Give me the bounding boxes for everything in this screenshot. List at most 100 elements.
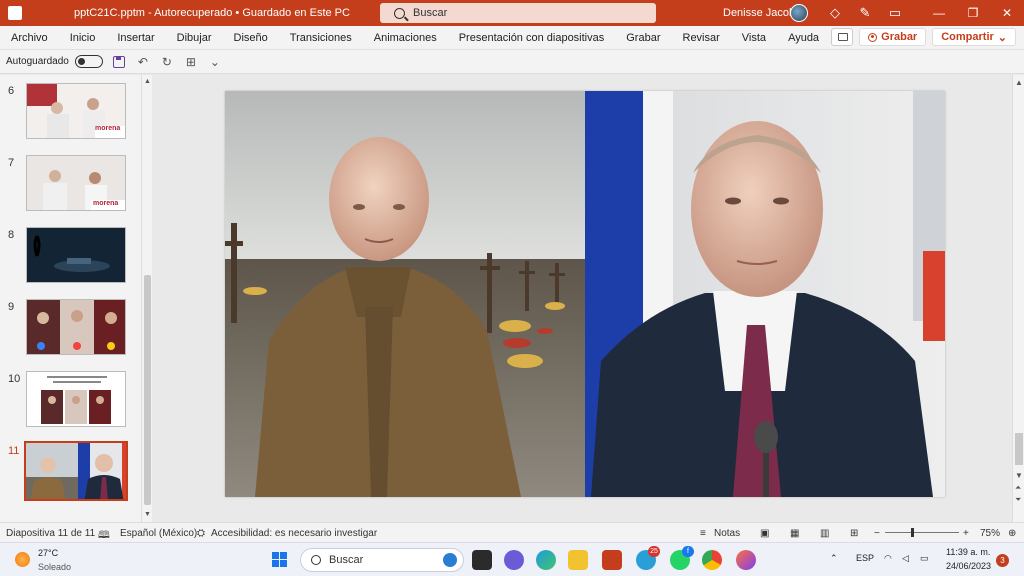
edge-browser-icon[interactable] <box>536 550 556 570</box>
title-bar: pptC21C.pptm - Autorecuperado • Guardado… <box>0 0 1024 26</box>
scroll-down-icon[interactable]: ▼ <box>1015 471 1023 480</box>
thumbnail-slide-6[interactable]: 6 morena <box>0 83 140 141</box>
tab-grabar[interactable]: Grabar <box>615 32 671 44</box>
volume-icon[interactable]: ◁ <box>902 553 909 564</box>
clock-time[interactable]: 11:39 a. m. <box>946 547 990 557</box>
battery-icon[interactable]: ▭ <box>920 553 929 564</box>
slide-image[interactable] <box>225 91 945 497</box>
slide-thumbnails-pane: 6 morena 7 morena 8 9 10 11 <box>0 75 152 522</box>
scroll-up-icon[interactable]: ▲ <box>144 78 151 85</box>
slide-sorter-icon[interactable]: ▦ <box>790 528 799 539</box>
clock-date[interactable]: 24/06/2023 <box>946 561 991 571</box>
slide-counter: Diapositiva 11 de 11 <box>6 528 96 539</box>
tab-diseno[interactable]: Diseño <box>223 32 279 44</box>
user-avatar[interactable] <box>790 4 808 22</box>
tab-inicio[interactable]: Inicio <box>59 32 107 44</box>
present-icon[interactable]: ⊞ <box>183 54 199 70</box>
thumbnail-caption: morena <box>93 200 119 207</box>
taskbar-search[interactable]: Buscar <box>300 548 464 572</box>
tab-revisar[interactable]: Revisar <box>672 32 731 44</box>
tab-transiciones[interactable]: Transiciones <box>279 32 363 44</box>
thumbnail-scroll-thumb[interactable] <box>144 275 151 505</box>
teams-chat-icon[interactable] <box>504 550 524 570</box>
quick-access-toolbar: Autoguardado ↶ ↻ ⊞ ⌄ <box>0 50 1024 74</box>
zoom-out-icon[interactable]: − <box>874 528 880 539</box>
redo-icon[interactable]: ↻ <box>159 54 175 70</box>
weather-temperature[interactable]: 27°C <box>38 548 58 558</box>
save-icon[interactable] <box>112 55 125 68</box>
thumbnail-slide-10[interactable]: 10 <box>0 371 140 429</box>
diamond-icon[interactable]: ◇ <box>826 4 844 22</box>
thumbnail-scrollbar[interactable]: ▲ ▼ <box>141 75 152 522</box>
taskbar-search-label: Buscar <box>329 554 364 566</box>
thumbnail-slide-8[interactable]: 8 <box>0 227 140 285</box>
record-button[interactable]: Grabar <box>859 28 927 46</box>
language-indicator[interactable]: Español (México) <box>120 528 197 539</box>
tab-ayuda[interactable]: Ayuda <box>777 32 830 44</box>
thumbnail-slide-11[interactable]: 11 <box>0 441 140 501</box>
editor-scrollbar[interactable]: ▲ ▼ ⏶ ⏷ <box>1012 75 1024 522</box>
current-slide[interactable] <box>225 91 945 497</box>
chevron-down-icon: ⌄ <box>997 31 1007 44</box>
input-language[interactable]: ESP <box>856 553 874 563</box>
ribbon-right-actions: Grabar Compartir ⌄ <box>831 28 1016 46</box>
notes-button[interactable]: Notas <box>714 528 740 539</box>
editor-scroll-thumb[interactable] <box>1015 433 1023 465</box>
thumbnail-number: 9 <box>8 301 15 313</box>
title-search-box[interactable]: Buscar <box>380 3 656 23</box>
fit-slide-icon[interactable]: ⊕ <box>1008 528 1016 539</box>
share-button[interactable]: Compartir ⌄ <box>932 28 1016 46</box>
tab-vista[interactable]: Vista <box>731 32 777 44</box>
zoom-slider[interactable] <box>885 528 959 537</box>
wifi-icon[interactable]: ◠ <box>884 553 892 564</box>
pen-icon[interactable]: ✎ <box>856 4 874 22</box>
thumbnail-slide-9[interactable]: 9 <box>0 299 140 357</box>
accessibility-status[interactable]: Accesibilidad: es necesario investigar <box>211 528 377 539</box>
window-title: pptC21C.pptm - Autorecuperado • Guardado… <box>74 7 350 19</box>
tray-chevron-icon[interactable]: ⌃ <box>830 553 838 564</box>
normal-view-icon[interactable]: ▣ <box>760 528 769 539</box>
tab-archivo[interactable]: Archivo <box>0 32 59 44</box>
record-icon <box>868 32 878 42</box>
windows-taskbar: 27°C Soleado Buscar 25 f ⌃ ESP ◠ ◁ ▭ 11:… <box>0 542 1024 576</box>
ribbon-display-icon[interactable]: ▭ <box>886 4 904 22</box>
restore-icon[interactable]: ❐ <box>956 0 990 26</box>
close-icon[interactable]: ✕ <box>990 0 1024 26</box>
zoom-level[interactable]: 75% <box>980 528 1000 539</box>
next-slide-icon[interactable]: ⏷ <box>1015 495 1021 505</box>
tab-dibujar[interactable]: Dibujar <box>166 32 223 44</box>
thumbnail-caption: morena <box>95 125 121 132</box>
notification-count[interactable]: 3 <box>996 554 1009 567</box>
autosave-toggle[interactable] <box>74 55 103 68</box>
undo-icon[interactable]: ↶ <box>135 54 151 70</box>
share-label: Compartir <box>941 31 994 43</box>
tab-insertar[interactable]: Insertar <box>106 32 165 44</box>
zoom-in-icon[interactable]: + <box>963 528 969 539</box>
slideshow-icon[interactable]: ⊞ <box>850 528 858 539</box>
bing-icon <box>443 553 457 567</box>
notes-icon[interactable]: ≡ <box>700 528 706 539</box>
windows-start-icon[interactable] <box>272 552 287 567</box>
file-explorer-icon[interactable] <box>568 550 588 570</box>
scroll-down-icon[interactable]: ▼ <box>144 511 151 518</box>
comments-button[interactable] <box>831 28 854 46</box>
scroll-up-icon[interactable]: ▲ <box>1015 78 1023 87</box>
previous-slide-icon[interactable]: ⏶ <box>1015 483 1021 493</box>
powerpoint-taskbar-icon[interactable] <box>602 550 622 570</box>
task-view-icon[interactable] <box>472 550 492 570</box>
title-action-icons: ◇ ✎ ▭ <box>826 4 904 22</box>
thumbnail-number: 10 <box>8 373 21 385</box>
accessibility-icon[interactable]: ⛭ <box>197 528 205 539</box>
reading-view-icon[interactable]: ▥ <box>820 528 829 539</box>
minimize-icon[interactable]: — <box>922 0 956 26</box>
tab-animaciones[interactable]: Animaciones <box>363 32 448 44</box>
firefox-icon[interactable] <box>736 550 756 570</box>
tab-presentacion[interactable]: Presentación con diapositivas <box>448 32 616 44</box>
thumbnail-number: 7 <box>8 157 15 169</box>
weather-condition[interactable]: Soleado <box>38 562 71 572</box>
thumbnail-number: 11 <box>8 445 20 457</box>
customize-qat-icon[interactable]: ⌄ <box>207 54 223 70</box>
weather-sun-icon[interactable] <box>15 552 30 567</box>
chrome-icon[interactable] <box>702 550 722 570</box>
thumbnail-slide-7[interactable]: 7 morena <box>0 155 140 213</box>
